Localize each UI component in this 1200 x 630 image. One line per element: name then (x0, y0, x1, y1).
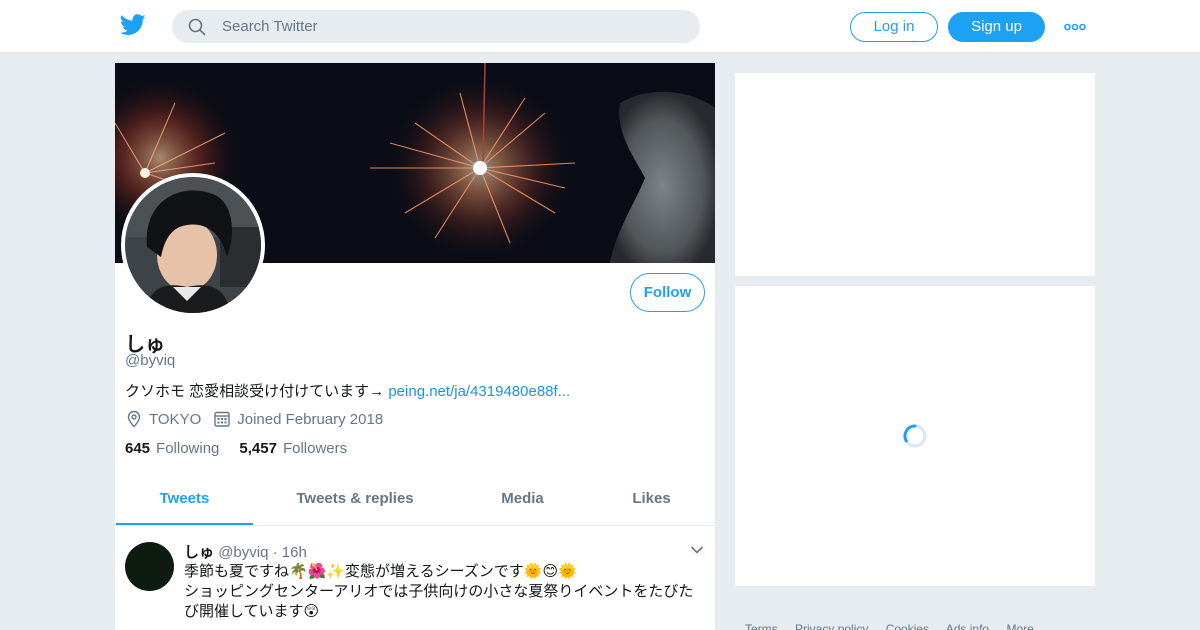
tweet-text: 季節も夏ですね🌴🌺✨変態が増えるシーズンです🌞😊🌞 ショッピングセンターアリオで… (184, 562, 704, 622)
bio-link[interactable]: peing.net/ja/4319480e88f... (388, 383, 570, 400)
tab-likes[interactable]: Likes (605, 477, 698, 525)
twitter-bird-icon[interactable] (120, 14, 146, 36)
location-pin-icon (127, 410, 141, 428)
profile-card: Follow しゅ @byviq クソホモ 恋愛相談受け付けています→ pein… (115, 63, 715, 630)
tab-tweets[interactable]: Tweets (116, 477, 253, 525)
profile-stats: 645 Following 5,457 Followers (125, 440, 367, 457)
profile-avatar[interactable] (121, 173, 265, 317)
footer-link-terms[interactable]: Terms (745, 622, 778, 630)
tweet-text-line-2: ショッピングセンターアリオでは子供向けの小さな夏祭りイベントをたびたび開催してい… (184, 583, 694, 620)
tweet-author-avatar[interactable] (125, 542, 174, 591)
search-input[interactable] (222, 10, 682, 43)
sidebar-panel-bottom (735, 286, 1095, 586)
following-count: 645 (125, 440, 151, 457)
calendar-icon (214, 411, 230, 427)
bio-text: クソホモ 恋愛相談受け付けています→ (125, 383, 389, 400)
tweet-author-handle[interactable]: @byviq (218, 544, 268, 561)
following-stat[interactable]: 645 Following (125, 440, 219, 457)
tweet-text-line-1: 季節も夏ですね🌴🌺✨変態が増えるシーズンです🌞😊🌞 (184, 563, 577, 580)
tab-tweets-and-replies[interactable]: Tweets & replies (275, 477, 435, 525)
footer-link-cookies[interactable]: Cookies (886, 622, 929, 630)
profile-joined-date: Joined February 2018 (237, 410, 384, 428)
footer-link-privacy[interactable]: Privacy policy (795, 622, 868, 630)
tweet-author-name[interactable]: しゅ (184, 544, 214, 561)
loading-spinner-icon (903, 424, 927, 448)
footer-links: Terms Privacy policy Cookies Ads info Mo… (745, 622, 1048, 630)
tweet-header: しゅ @byviq · 16h (184, 541, 307, 562)
profile-tabs: Tweets Tweets & replies Media Likes (115, 477, 715, 526)
profile-handle[interactable]: @byviq (125, 352, 175, 369)
followers-count: 5,457 (239, 440, 277, 457)
tweet-separator: · (268, 544, 282, 561)
signup-button[interactable]: Sign up (948, 12, 1045, 42)
tweet-timestamp[interactable]: 16h (282, 544, 307, 561)
top-navigation-bar: Log in Sign up (0, 0, 1200, 53)
follow-button[interactable]: Follow (630, 273, 705, 312)
tab-media[interactable]: Media (465, 477, 580, 525)
search-icon (188, 18, 206, 36)
profile-location: TOKYO (149, 410, 202, 428)
profile-bio: クソホモ 恋愛相談受け付けています→ peing.net/ja/4319480e… (125, 380, 570, 401)
sidebar-panel-top (735, 73, 1095, 276)
tweet-item[interactable]: しゅ @byviq · 16h 季節も夏ですね🌴🌺✨変態が増えるシーズンです🌞😊… (115, 527, 715, 630)
footer-link-ads-info[interactable]: Ads info (946, 622, 989, 630)
login-button[interactable]: Log in (850, 12, 938, 42)
chevron-down-icon[interactable] (690, 545, 704, 555)
more-dots-icon[interactable] (1064, 17, 1086, 37)
followers-label: Followers (282, 440, 348, 457)
avatar-photo (125, 177, 261, 313)
followers-stat[interactable]: 5,457 Followers (239, 440, 347, 457)
following-label: Following (156, 440, 220, 457)
footer-link-more[interactable]: More (1006, 622, 1033, 630)
search-bar[interactable] (172, 10, 700, 43)
profile-meta: TOKYO Joined February 2018 (125, 409, 383, 429)
